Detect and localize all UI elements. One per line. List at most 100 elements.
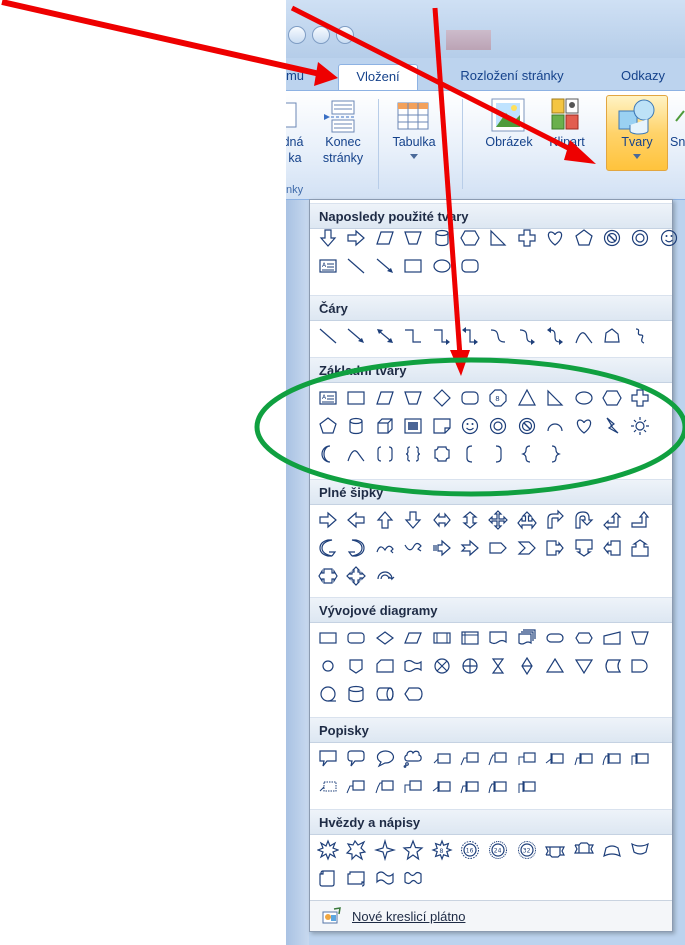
shape-donut[interactable] [629,227,651,249]
shape-star5[interactable] [402,839,424,861]
cover-page-label[interactable]: dná [286,135,308,150]
shape-round-rect-callout[interactable] [345,747,367,769]
shape-line-callout4[interactable] [516,747,538,769]
shape-accent-callout3[interactable] [601,747,623,769]
shape-line-callout2[interactable] [459,747,481,769]
shape-diamond[interactable] [431,387,453,409]
shape-fc-delay[interactable] [629,655,651,677]
shape-pent-arrow[interactable] [487,537,509,559]
shape-arrow-l-r[interactable] [431,509,453,531]
shape-fc-extract[interactable] [544,655,566,677]
shape-fc-sort[interactable] [516,655,538,677]
shape-line-dbl[interactable] [374,325,396,347]
shape-fc-multi-doc[interactable] [516,627,538,649]
tab-page-layout[interactable]: Rozložení stránky [446,64,578,90]
shape-oval-callout[interactable] [374,747,396,769]
shape-quad-callout[interactable] [345,565,367,587]
shape-octagon[interactable]: 8 [487,387,509,409]
shape-up-callout[interactable] [629,537,651,559]
shape-accent-callout4[interactable] [516,775,538,797]
shape-line-callout3[interactable] [374,775,396,797]
shape-donut[interactable] [487,415,509,437]
shape-lightning[interactable] [601,415,623,437]
shape-rect[interactable] [402,255,424,277]
shape-accent-callout2[interactable] [573,747,595,769]
shape-star24[interactable]: 24 [487,839,509,861]
shape-arrow-right[interactable] [317,509,339,531]
shape-lbracket[interactable] [459,443,481,465]
shape-fc-manual-op[interactable] [629,627,651,649]
shape-arrow-u-d[interactable] [459,509,481,531]
shape-fc-tape[interactable] [402,655,424,677]
shape-accent-callout2[interactable] [459,775,481,797]
shape-fc-display[interactable] [402,683,424,705]
shape-fc-mag-disk[interactable] [345,683,367,705]
shape-chevron[interactable] [516,537,538,559]
shape-fc-document[interactable] [487,627,509,649]
shape-star32[interactable]: 32 [516,839,538,861]
shape-fc-terminator[interactable] [544,627,566,649]
shape-arrow-up[interactable] [374,509,396,531]
shape-arrow-down[interactable] [402,509,424,531]
shape-no-symbol[interactable] [516,415,538,437]
shape-ribbon-up[interactable] [544,839,566,861]
picture-button[interactable]: Obrázek [476,135,542,150]
page-break-button[interactable]: Konec [318,135,368,150]
shape-circular-arrow[interactable] [374,565,396,587]
shape-fc-data[interactable] [402,627,424,649]
shape-no-symbol[interactable] [601,227,623,249]
shape-pentagon[interactable] [573,227,595,249]
table-button[interactable]: Tabulka [386,135,442,150]
shape-plaque[interactable] [431,443,453,465]
shape-frame[interactable] [402,415,424,437]
undo-icon[interactable] [288,26,306,44]
shape-curve-arrow[interactable] [516,325,538,347]
shape-brace-pair[interactable] [402,443,424,465]
shape-rbracket[interactable] [487,443,509,465]
shape-h-scroll[interactable] [345,867,367,889]
shape-can[interactable] [431,227,453,249]
shape-elbow-arrow[interactable] [431,325,453,347]
shape-fc-predefined[interactable] [431,627,453,649]
shape-fc-collate[interactable] [487,655,509,677]
shape-arrow-quad[interactable] [487,509,509,531]
shape-line-arrow[interactable] [374,255,396,277]
shape-freeform[interactable] [601,325,623,347]
shape-line-arrow[interactable] [345,325,367,347]
shape-arc-shape[interactable] [544,415,566,437]
shape-parallelogram[interactable] [374,227,396,249]
shape-arrow-left[interactable] [345,509,367,531]
shape-trapezoid[interactable] [402,227,424,249]
shape-textbox[interactable]: A [317,255,339,277]
shape-curve[interactable] [487,325,509,347]
shape-curved-ribbon-up[interactable] [601,839,623,861]
shape-border-callout1[interactable] [317,775,339,797]
shape-striped-right[interactable] [431,537,453,559]
shape-line-callout3[interactable] [487,747,509,769]
shape-arrow-l-r-u[interactable] [516,509,538,531]
shape-left-up[interactable] [601,509,623,531]
shape-star16[interactable]: 16 [459,839,481,861]
shape-star8[interactable]: 8 [430,839,453,861]
shape-textbox[interactable]: A [317,387,339,409]
shape-hexagon[interactable] [601,387,623,409]
shape-smiley[interactable] [459,415,481,437]
shape-rtriangle[interactable] [544,387,566,409]
redo-icon[interactable] [312,26,330,44]
shape-rtriangle[interactable] [487,227,509,249]
shape-notched-right[interactable] [459,537,481,559]
shape-arc[interactable] [345,443,367,465]
tab-references[interactable]: Odkazy [608,64,678,90]
shape-cube[interactable] [374,415,396,437]
shape-round-rect[interactable] [459,387,481,409]
shape-accent-callout1[interactable] [544,747,566,769]
shape-curved-up[interactable] [374,537,396,559]
shape-line-callout1[interactable] [431,747,453,769]
shape-smiley[interactable] [658,227,680,249]
customize-qat-icon[interactable] [336,26,354,44]
shape-double-wave[interactable] [402,867,424,889]
shape-left-callout[interactable] [601,537,623,559]
shape-line[interactable] [345,255,367,277]
shape-bracket-pair[interactable] [374,443,396,465]
shape-fc-or[interactable] [459,655,481,677]
